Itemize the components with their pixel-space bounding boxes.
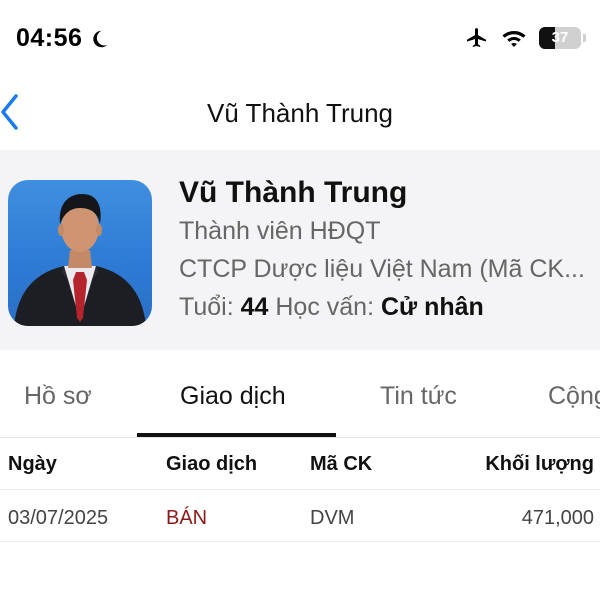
education-label: Học vấn:	[275, 293, 375, 321]
battery-cap	[583, 34, 586, 42]
nav-title: Vũ Thành Trung	[207, 98, 393, 128]
nav-bar: Vũ Thành Trung	[0, 80, 600, 144]
age-value: 44	[240, 293, 269, 321]
column-header-date: Ngày	[8, 453, 57, 475]
status-icons: 37	[465, 26, 586, 50]
education-value: Cử nhân	[381, 293, 484, 321]
profile-info: Vũ Thành Trung Thành viên HĐQT CTCP Dược…	[179, 174, 600, 326]
profile-card: Vũ Thành Trung Thành viên HĐQT CTCP Dược…	[0, 150, 600, 350]
tab-profile[interactable]: Hồ sơ	[24, 382, 92, 411]
row-transaction-type: BÁN	[166, 507, 208, 529]
battery-icon: 37	[539, 27, 581, 49]
row-date: 03/07/2025	[8, 507, 109, 529]
airplane-icon	[467, 28, 486, 47]
column-header-volume: Khối lượng	[485, 453, 594, 475]
transactions-table: Ngày Giao dịch Mã CK Khối lượng 03/07/20…	[0, 438, 600, 542]
column-header-type: Giao dịch	[166, 453, 258, 475]
table-header: Ngày Giao dịch Mã CK Khối lượng	[0, 438, 600, 490]
tab-news[interactable]: Tin tức	[380, 382, 457, 411]
moon-icon	[93, 30, 108, 47]
table-row[interactable]: 03/07/2025 BÁN DVM 471,000	[0, 490, 600, 542]
avatar-photo	[14, 194, 146, 326]
profile-details: Tuổi: 44 Học vấn: Cử nhân	[179, 288, 600, 326]
column-header-ticker: Mã CK	[310, 453, 373, 475]
status-time: 04:56	[16, 24, 110, 53]
profile-company: CTCP Dược liệu Việt Nam (Mã CK...	[179, 255, 585, 283]
tab-transactions[interactable]: Giao dịch	[180, 382, 286, 411]
status-time-text: 04:56	[16, 24, 83, 52]
tab-bar: Hồ sơ Giao dịch Tin tức Cộng	[0, 362, 600, 438]
age-label: Tuổi:	[179, 293, 234, 321]
profile-name: Vũ Thành Trung	[179, 176, 408, 209]
row-ticker: DVM	[310, 507, 355, 529]
row-volume: 471,000	[521, 507, 594, 529]
status-bar: 04:56 37	[0, 0, 600, 80]
battery-level: 37	[551, 29, 569, 46]
wifi-icon	[502, 31, 526, 47]
avatar	[8, 180, 152, 326]
active-tab-indicator	[137, 433, 336, 437]
profile-position: Thành viên HĐQT	[179, 217, 381, 245]
tab-community[interactable]: Cộng	[548, 382, 600, 411]
